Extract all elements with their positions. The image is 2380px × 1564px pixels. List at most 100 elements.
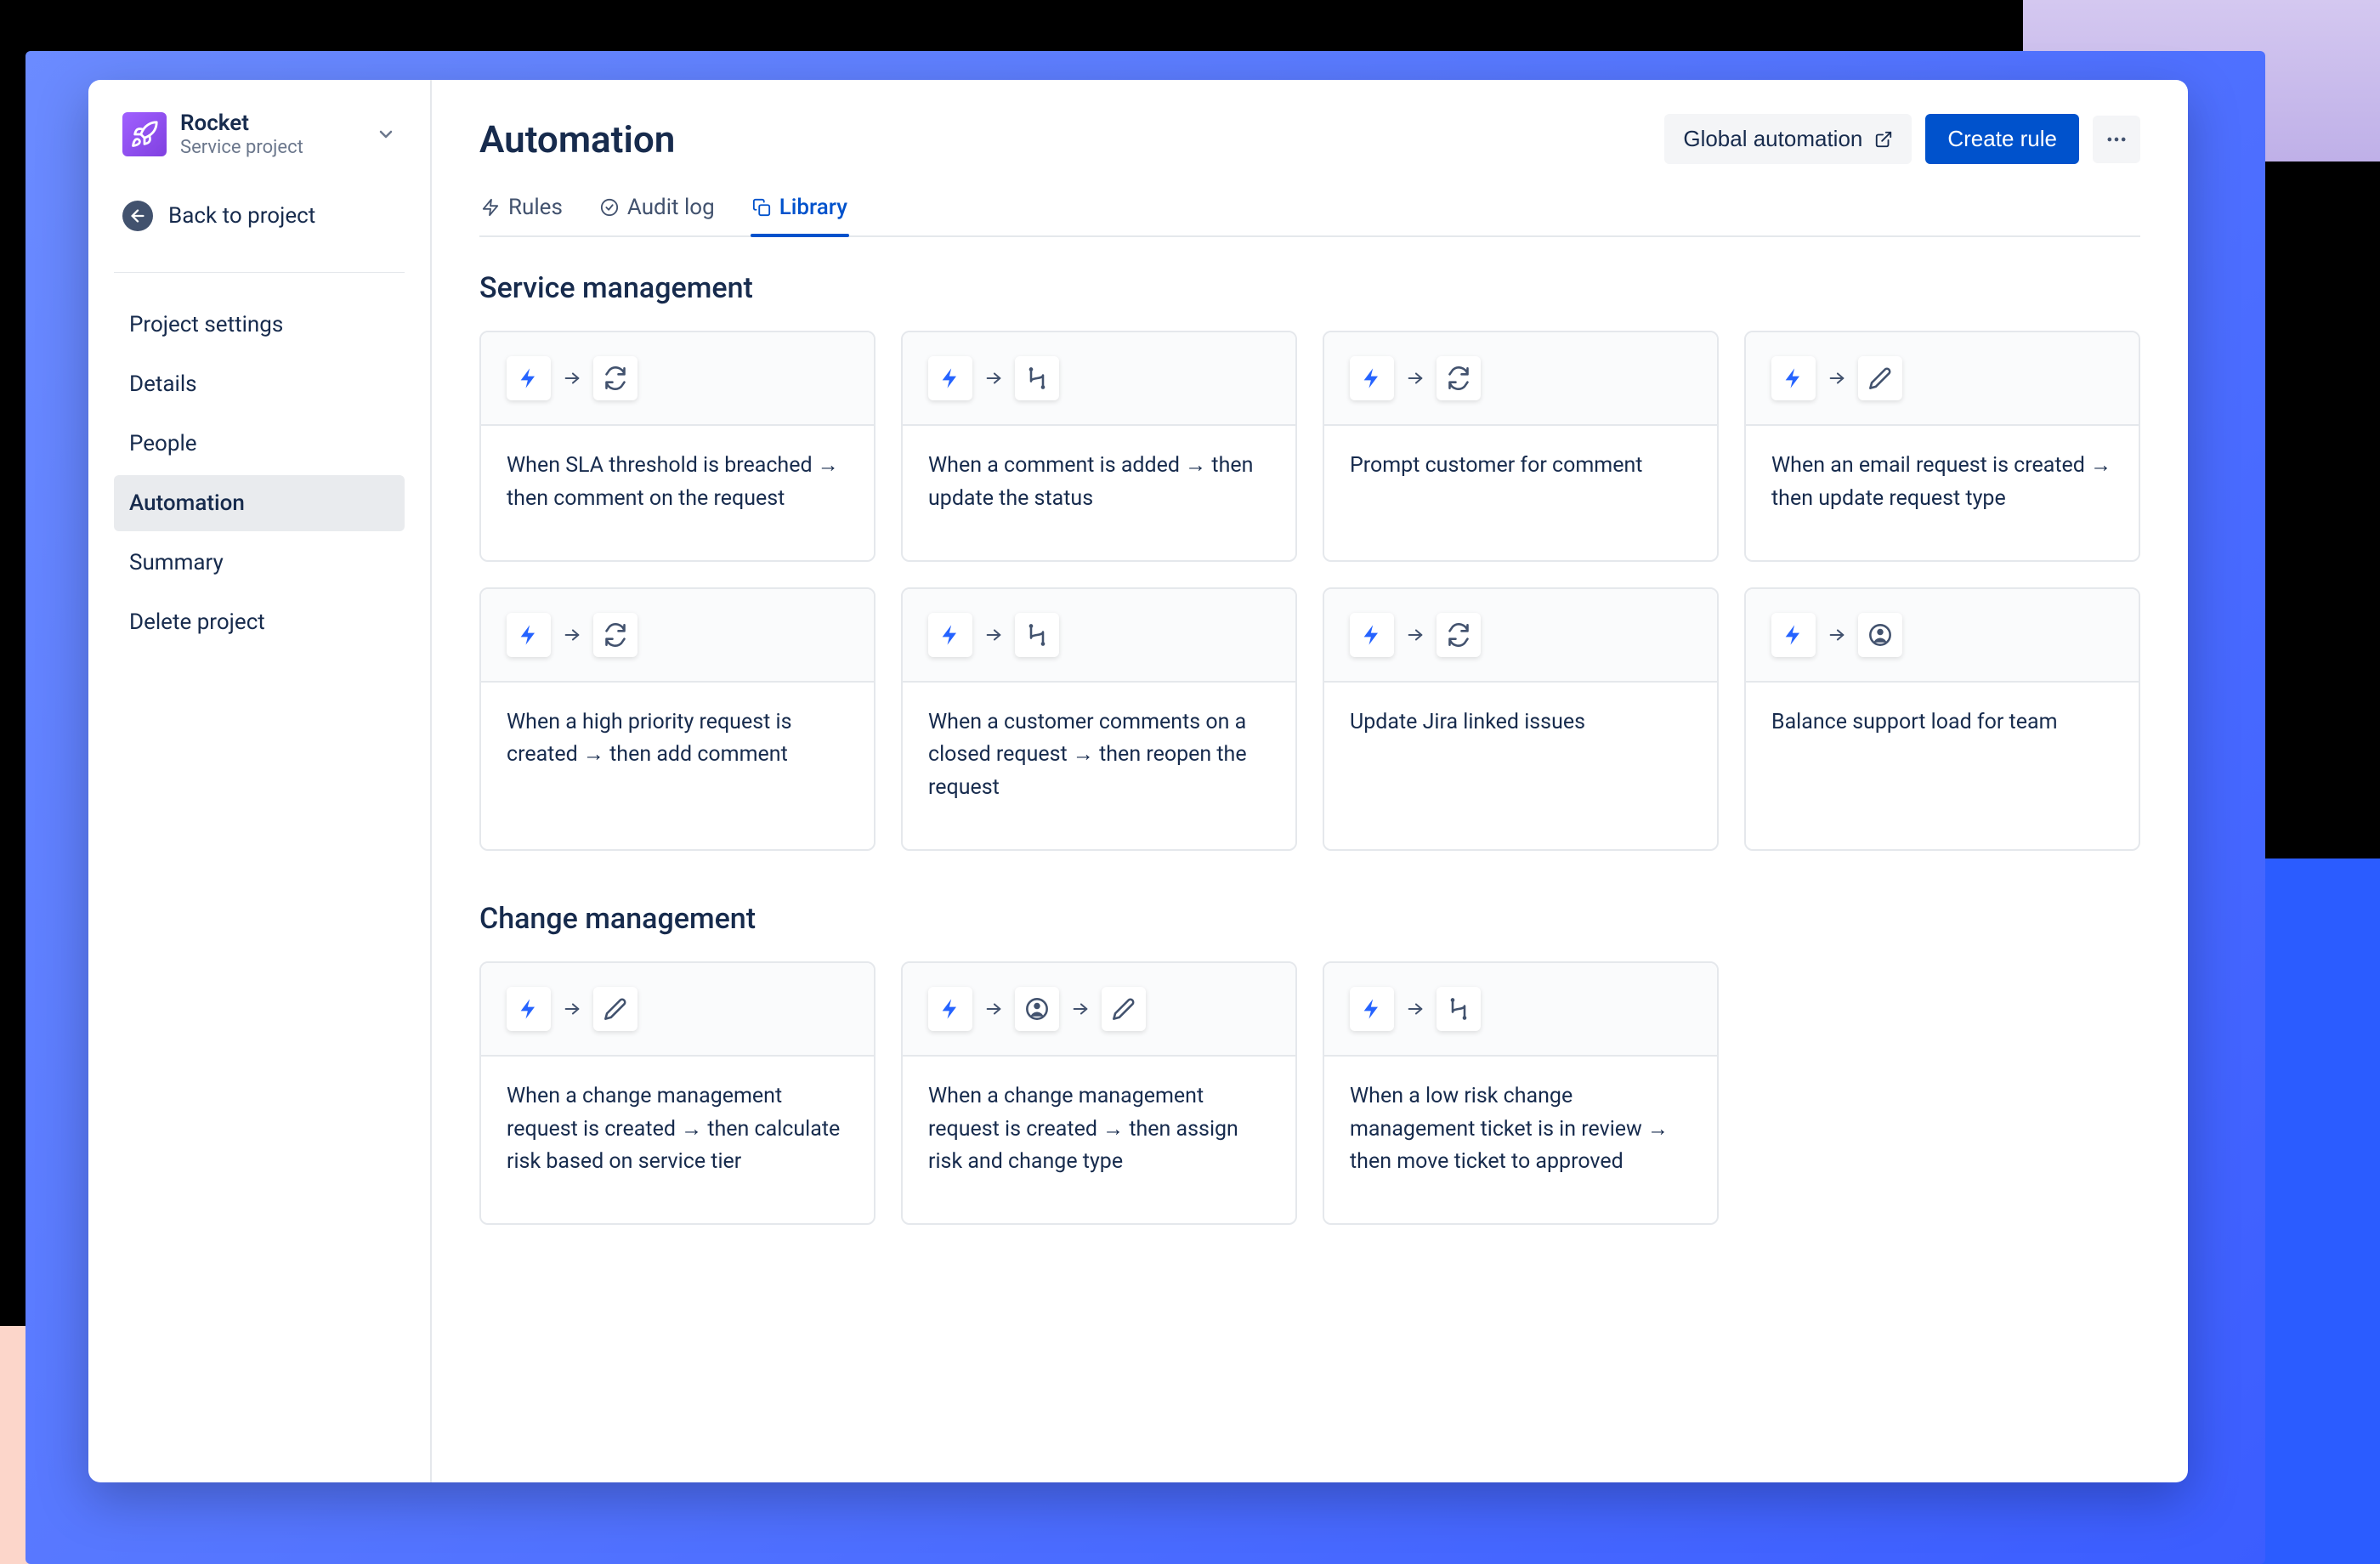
card-body: When SLA threshold is breached → then co… [481, 426, 874, 560]
sidebar-item-label: Summary [129, 550, 224, 575]
card-body: When a change management request is crea… [481, 1057, 874, 1223]
sidebar-nav: Project settings Details People Automati… [114, 297, 405, 650]
card-icon-row [1324, 589, 1717, 683]
card-icon-row [481, 589, 874, 683]
automation-template-card[interactable]: Update Jira linked issues [1323, 587, 1719, 851]
card-body: When an email request is created → then … [1746, 426, 2139, 560]
page-title: Automation [479, 117, 675, 162]
bolt-icon [928, 613, 972, 657]
card-icon-row [903, 963, 1295, 1057]
sidebar-item-automation[interactable]: Automation [114, 475, 405, 531]
card-description: Balance support load for team [1771, 706, 2113, 740]
bolt-icon [507, 987, 551, 1031]
automation-template-card[interactable]: When SLA threshold is breached → then co… [479, 331, 876, 562]
back-to-project[interactable]: Back to project [114, 194, 405, 238]
automation-template-card[interactable]: When a comment is added → then update th… [901, 331, 1297, 562]
automation-template-card[interactable]: Prompt customer for comment [1323, 331, 1719, 562]
bolt-icon [1350, 613, 1394, 657]
card-grid: When SLA threshold is breached → then co… [479, 331, 2140, 851]
tab-rules[interactable]: Rules [479, 195, 564, 235]
pencil-icon [1102, 987, 1146, 1031]
card-description: When a low risk change management ticket… [1350, 1080, 1692, 1179]
card-body: When a high priority request is created … [481, 683, 874, 817]
section-title: Change management [479, 902, 2140, 936]
bolt-icon [1771, 613, 1816, 657]
bolt-icon [507, 613, 551, 657]
refresh-icon [1436, 613, 1481, 657]
bolt-icon [928, 356, 972, 400]
arrow-right-icon [563, 369, 581, 388]
card-icon-row [1324, 332, 1717, 426]
section: Change management When a change managemen… [479, 902, 2140, 1225]
automation-template-card[interactable]: When a change management request is crea… [901, 961, 1297, 1225]
tab-label: Library [779, 195, 847, 220]
back-label: Back to project [168, 203, 315, 229]
card-description: Prompt customer for comment [1350, 450, 1692, 483]
copy-icon [752, 198, 771, 217]
card-description: When an email request is created → then … [1771, 450, 2113, 516]
branch-icon [1015, 613, 1059, 657]
card-icon-row [1324, 963, 1717, 1057]
automation-template-card[interactable]: When a high priority request is created … [479, 587, 876, 851]
card-description: When SLA threshold is breached → then co… [507, 450, 848, 516]
sidebar-item-project-settings[interactable]: Project settings [114, 297, 405, 353]
arrow-right-icon [563, 1000, 581, 1018]
create-rule-label: Create rule [1947, 126, 2057, 151]
automation-template-card[interactable]: When a customer comments on a closed req… [901, 587, 1297, 851]
sidebar-item-delete-project[interactable]: Delete project [114, 594, 405, 650]
automation-template-card[interactable]: When a low risk change management ticket… [1323, 961, 1719, 1225]
person-icon [1015, 987, 1059, 1031]
card-description: When a comment is added → then update th… [928, 450, 1270, 516]
project-selector[interactable]: Rocket Service project [114, 105, 405, 163]
card-icon-row [903, 589, 1295, 683]
sidebar-item-label: Delete project [129, 609, 265, 635]
automation-template-card[interactable]: When a change management request is crea… [479, 961, 876, 1225]
external-link-icon [1874, 130, 1893, 149]
card-icon-row [903, 332, 1295, 426]
main-header: Automation Global automation Create rule [479, 114, 2140, 164]
more-horizontal-icon [2105, 128, 2128, 151]
arrow-right-icon [1406, 1000, 1425, 1018]
sidebar: Rocket Service project Back to project P… [88, 80, 432, 1482]
arrow-right-icon [984, 1000, 1003, 1018]
global-automation-button[interactable]: Global automation [1664, 114, 1912, 164]
tab-label: Rules [508, 195, 563, 220]
bolt-icon [507, 356, 551, 400]
section: Service management When SLA threshold is … [479, 271, 2140, 851]
tab-audit-log[interactable]: Audit log [598, 195, 717, 235]
rules-icon [481, 198, 500, 217]
arrow-right-icon [1406, 626, 1425, 644]
rocket-icon [130, 120, 159, 149]
arrow-right-icon [1828, 626, 1846, 644]
refresh-icon [593, 356, 638, 400]
more-actions-button[interactable] [2093, 116, 2140, 163]
card-icon-row [481, 963, 874, 1057]
arrow-right-icon [1828, 369, 1846, 388]
project-name: Rocket [180, 110, 362, 137]
tab-label: Audit log [627, 195, 715, 220]
refresh-icon [1436, 356, 1481, 400]
divider [114, 272, 405, 273]
arrow-right-icon [1071, 1000, 1090, 1018]
bolt-icon [1771, 356, 1816, 400]
sidebar-item-people[interactable]: People [114, 416, 405, 472]
create-rule-button[interactable]: Create rule [1925, 114, 2079, 164]
card-body: When a low risk change management ticket… [1324, 1057, 1717, 1223]
sidebar-item-details[interactable]: Details [114, 356, 405, 412]
card-body: When a change management request is crea… [903, 1057, 1295, 1223]
app-window: Rocket Service project Back to project P… [88, 80, 2188, 1482]
arrow-right-icon [1406, 369, 1425, 388]
check-circle-icon [600, 198, 619, 217]
card-description: When a customer comments on a closed req… [928, 706, 1270, 805]
tab-library[interactable]: Library [751, 195, 849, 235]
person-icon [1858, 613, 1902, 657]
global-automation-label: Global automation [1683, 126, 1862, 152]
automation-template-card[interactable]: When an email request is created → then … [1744, 331, 2140, 562]
sidebar-item-label: Project settings [129, 312, 283, 337]
card-icon-row [1746, 589, 2139, 683]
section-title: Service management [479, 271, 2140, 305]
automation-template-card[interactable]: Balance support load for team [1744, 587, 2140, 851]
card-body: When a customer comments on a closed req… [903, 683, 1295, 849]
sidebar-item-summary[interactable]: Summary [114, 535, 405, 591]
card-body: Update Jira linked issues [1324, 683, 1717, 784]
